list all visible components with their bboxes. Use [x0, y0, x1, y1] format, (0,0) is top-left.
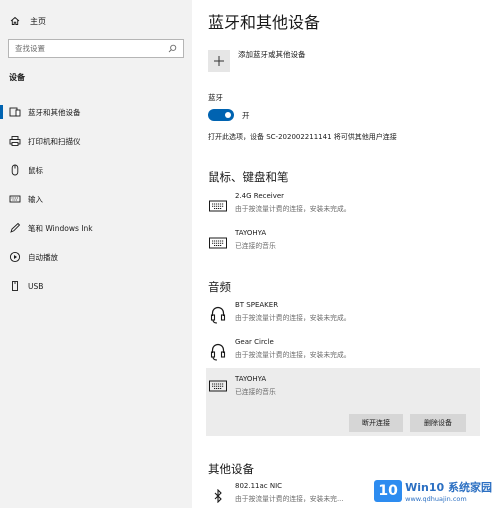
- section-title: 设备: [9, 73, 25, 82]
- sidebar-item-bluetooth[interactable]: 蓝牙和其他设备: [0, 102, 192, 122]
- device-name: BT SPEAKER: [235, 301, 279, 309]
- device-name: TAYOHYA: [235, 375, 267, 383]
- home-icon: [10, 16, 24, 26]
- sidebar-item-label: 打印机和扫描仪: [28, 136, 81, 146]
- sidebar-item-label: 输入: [28, 194, 43, 204]
- device-status: 已连接的音乐: [235, 242, 276, 250]
- settings-sidebar: 主页 查找设置 设备 蓝牙和其他设备 打印机和扫描仪 鼠标 输入 笔和 Wind…: [0, 0, 192, 508]
- sidebar-item-typing[interactable]: 输入: [0, 189, 192, 209]
- sidebar-item-label: 笔和 Windows Ink: [28, 223, 93, 233]
- bluetooth-label: 蓝牙: [208, 93, 223, 102]
- group-title-input: 鼠标、键盘和笔: [208, 170, 289, 184]
- site-watermark: 10 Win10 系统家园 www.qdhuajin.com: [374, 479, 492, 503]
- headset-icon: [208, 305, 228, 325]
- home-label: 主页: [30, 16, 46, 26]
- device-status: 由于按流量计费的连接，安装未完成。: [235, 314, 351, 322]
- sidebar-item-label: 鼠标: [28, 165, 43, 175]
- selection-indicator: [0, 105, 3, 119]
- printer-icon: [8, 134, 22, 148]
- keyboard-icon: [208, 376, 228, 396]
- device-name: 802.11ac NIC: [235, 482, 283, 490]
- device-item[interactable]: 2.4G Receiver 由于按流量计费的连接，安装未完成。: [206, 191, 480, 227]
- bluetooth-state-label: 开: [242, 111, 250, 120]
- keyboard-icon: [8, 192, 22, 206]
- device-status: 已连接的音乐: [235, 388, 276, 396]
- device-name: 2.4G Receiver: [235, 192, 285, 200]
- device-item-selected[interactable]: TAYOHYA 已连接的音乐 断开连接 删除设备: [206, 368, 480, 436]
- sidebar-item-autoplay[interactable]: 自动播放: [0, 247, 192, 267]
- add-device-button[interactable]: [208, 50, 230, 72]
- page-title: 蓝牙和其他设备: [208, 13, 321, 32]
- device-item[interactable]: BT SPEAKER 由于按流量计费的连接，安装未完成。: [206, 300, 480, 336]
- device-name: Gear Circle: [235, 338, 274, 346]
- add-device-label[interactable]: 添加蓝牙或其他设备: [238, 49, 306, 60]
- device-status: 由于按流量计费的连接，安装未完成。: [235, 205, 351, 213]
- group-title-other: 其他设备: [208, 462, 254, 476]
- sidebar-item-label: 蓝牙和其他设备: [28, 107, 81, 117]
- search-icon[interactable]: [167, 44, 177, 54]
- watermark-badge: 10: [374, 480, 403, 502]
- watermark-title: Win10 系统家园: [405, 481, 492, 494]
- device-status: 由于按流量计费的连接，安装未完成。: [235, 351, 351, 359]
- search-placeholder: 查找设置: [15, 44, 45, 53]
- pen-icon: [8, 221, 22, 235]
- headset-icon: [208, 342, 228, 362]
- sidebar-item-printers[interactable]: 打印机和扫描仪: [0, 131, 192, 151]
- watermark-url: www.qdhuajin.com: [405, 495, 467, 503]
- mouse-icon: [8, 163, 22, 177]
- toggle-knob: [225, 112, 231, 118]
- discoverable-description: 打开此选项，设备 SC-202002211141 将可供其他用户连接: [208, 133, 397, 141]
- keyboard-icon: [208, 233, 228, 253]
- sidebar-item-pen[interactable]: 笔和 Windows Ink: [0, 218, 192, 238]
- sidebar-item-label: 自动播放: [28, 252, 58, 262]
- bluetooth-toggle[interactable]: [208, 109, 234, 121]
- usb-icon: [8, 279, 22, 293]
- home-nav-item[interactable]: 主页: [10, 12, 46, 30]
- plus-icon: [214, 56, 224, 66]
- disconnect-button[interactable]: 断开连接: [349, 414, 403, 432]
- sidebar-item-label: USB: [28, 281, 44, 291]
- device-name: TAYOHYA: [235, 229, 267, 237]
- device-item[interactable]: TAYOHYA 已连接的音乐: [206, 228, 480, 264]
- autoplay-icon: [8, 250, 22, 264]
- bluetooth-icon: [208, 486, 228, 506]
- bluetooth-devices-icon: [8, 105, 22, 119]
- search-input[interactable]: 查找设置: [8, 39, 184, 58]
- keyboard-icon: [208, 196, 228, 216]
- sidebar-item-mouse[interactable]: 鼠标: [0, 160, 192, 180]
- sidebar-item-usb[interactable]: USB: [0, 276, 192, 296]
- device-status: 由于按流量计费的连接，安装未完...: [235, 495, 344, 503]
- remove-device-button[interactable]: 删除设备: [410, 414, 466, 432]
- group-title-audio: 音频: [208, 280, 231, 294]
- main-content: 蓝牙和其他设备 添加蓝牙或其他设备 蓝牙 开 打开此选项，设备 SC-20200…: [192, 0, 500, 508]
